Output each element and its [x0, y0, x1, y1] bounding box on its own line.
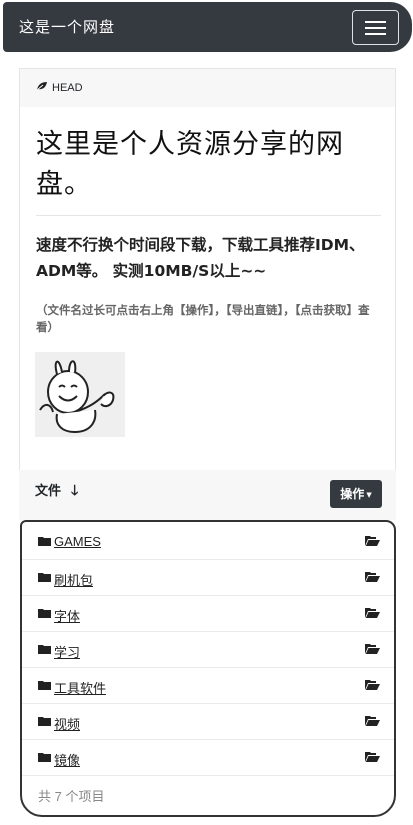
folder-open-icon[interactable] — [365, 680, 380, 690]
file-name-link[interactable]: 工具软件 — [54, 678, 106, 697]
leaf-icon — [36, 82, 47, 91]
file-column-label: 文件 — [35, 484, 62, 499]
arrow-down-icon: 🡓 — [71, 483, 79, 499]
readme-head-text: HEAD — [52, 82, 83, 94]
hamburger-line — [365, 33, 386, 35]
folder-open-icon[interactable] — [365, 716, 380, 726]
folder-icon — [38, 609, 51, 618]
file-name-link[interactable]: 字体 — [54, 606, 80, 625]
list-item-fonts[interactable]: 字体 — [22, 596, 394, 632]
navbar-brand[interactable]: 这是一个网盘 — [19, 16, 115, 37]
folder-open-icon[interactable] — [365, 752, 380, 762]
hamburger-line — [365, 27, 386, 29]
readme-intro: 速度不行换个时间段下载，下载工具推荐IDM、ADM等。 实测10MB/S以上~~ — [36, 236, 365, 280]
hamburger-line — [365, 21, 386, 23]
list-item-videos[interactable]: 视频 — [22, 704, 394, 740]
sort-by-file-button[interactable]: 文件 🡓 — [35, 480, 78, 504]
folder-open-icon[interactable] — [365, 644, 380, 654]
divider — [36, 215, 381, 216]
readme-card: HEAD 这里是个人资源分享的网盘。 速度不行换个时间段下载，下载工具推荐IDM… — [19, 68, 396, 518]
folder-open-icon[interactable] — [365, 608, 380, 618]
readme-note: （文件名过长可点击右上角【操作】，【导出直链】，【点击获取】查看） — [36, 303, 370, 334]
list-item-flash-packages[interactable]: 刷机包 — [22, 560, 394, 596]
folder-icon — [38, 537, 51, 546]
folder-icon — [38, 645, 51, 654]
meme-drawing — [35, 352, 125, 437]
readme-header: HEAD — [20, 69, 395, 107]
caret-down-icon: ▼ — [366, 490, 372, 499]
item-count: 共 7 个项目 — [38, 789, 105, 804]
folder-icon — [38, 717, 51, 726]
file-list: GAMES 刷机包 字体 学习 工具软件 视频 镜像 共 7 个项目 — [20, 520, 396, 817]
file-name-link[interactable]: 视频 — [54, 714, 80, 733]
list-item-tools[interactable]: 工具软件 — [22, 668, 394, 704]
folder-open-icon[interactable] — [365, 536, 380, 546]
list-item-games[interactable]: GAMES — [22, 524, 394, 560]
folder-open-icon[interactable] — [365, 572, 380, 582]
file-name-link[interactable]: 学习 — [54, 642, 80, 661]
file-list-header: 文件 🡓 操作 ▼ — [19, 470, 396, 520]
meme-avatar-image — [35, 352, 125, 437]
folder-icon — [38, 753, 51, 762]
readme-header-label: HEAD — [36, 81, 83, 94]
operations-label: 操作 — [340, 487, 365, 501]
folder-icon — [38, 573, 51, 582]
folder-icon — [38, 681, 51, 690]
menu-toggle-button[interactable] — [352, 10, 399, 45]
list-item-images[interactable]: 镜像 — [22, 740, 394, 776]
readme-title: 这里是个人资源分享的网盘。 — [36, 129, 344, 200]
list-item-study[interactable]: 学习 — [22, 632, 394, 668]
operations-dropdown-button[interactable]: 操作 ▼ — [330, 480, 382, 508]
file-name-link[interactable]: 镜像 — [54, 750, 80, 769]
navbar: 这是一个网盘 — [3, 2, 412, 52]
file-name-link[interactable]: 刷机包 — [54, 570, 93, 589]
file-name-link[interactable]: GAMES — [54, 534, 101, 549]
